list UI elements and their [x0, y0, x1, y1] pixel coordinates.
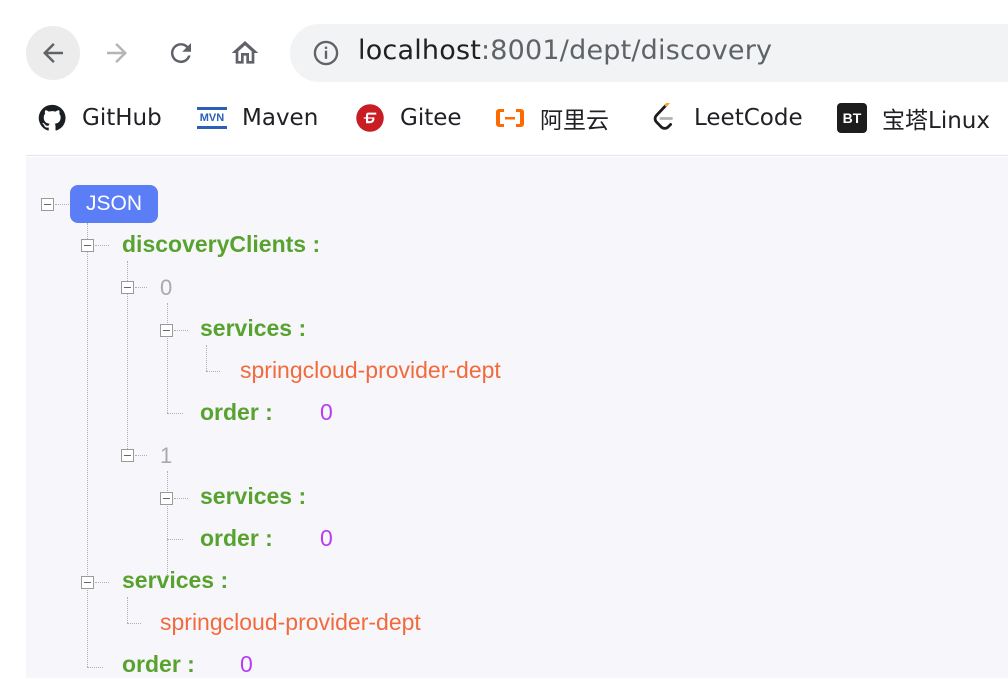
bookmark-label: 阿里云 — [540, 108, 609, 134]
bookmark-label: Gitee — [400, 105, 462, 131]
collapse-item-0-toggle[interactable] — [121, 281, 134, 294]
github-icon — [36, 102, 68, 134]
tree-connector — [206, 371, 220, 372]
home-icon — [231, 41, 259, 64]
arrow-right-icon — [107, 43, 127, 63]
tree-connector — [87, 667, 103, 668]
value-services-0: springcloud-provider-dept — [240, 357, 501, 383]
tree-connector — [174, 330, 188, 331]
bookmark-github[interactable]: GitHub — [36, 98, 162, 138]
key-services: services : — [122, 567, 229, 593]
tree-connector — [95, 245, 109, 246]
json-root-badge[interactable]: JSON — [70, 185, 158, 223]
tree-connector — [174, 498, 188, 499]
tree-guide-item-1 — [167, 471, 168, 581]
key-services-0: services : — [200, 315, 307, 341]
maven-icon-text: MVN — [197, 107, 227, 129]
json-viewer: JSON discoveryClients : 0 services : spr… — [26, 157, 1008, 678]
array-index-0: 0 — [160, 275, 173, 300]
aliyun-icon — [494, 102, 526, 134]
key-order: order : — [122, 651, 195, 677]
bt-icon-text: BT — [837, 103, 867, 133]
bt-icon: BT — [836, 102, 868, 134]
tree-connector — [95, 582, 109, 583]
bookmark-aliyun[interactable]: 阿里云 — [494, 98, 609, 138]
tree-connector — [167, 413, 183, 414]
key-order-0: order : — [200, 399, 273, 425]
url-text[interactable]: localhost:8001/dept/discovery — [358, 35, 772, 66]
maven-icon: MVN — [196, 102, 228, 134]
collapse-discoveryclients-toggle[interactable] — [81, 239, 94, 252]
address-bar[interactable]: localhost:8001/dept/discovery — [290, 24, 1008, 82]
value-order-1: 0 — [320, 525, 333, 551]
reload-icon — [170, 43, 191, 64]
value-services: springcloud-provider-dept — [160, 609, 421, 635]
bookmark-label: LeetCode — [694, 105, 803, 131]
tree-guide-services — [127, 597, 128, 623]
browser-chrome: localhost:8001/dept/discovery GitHub MVN… — [26, 0, 1008, 156]
info-icon[interactable] — [312, 39, 340, 67]
leetcode-icon — [648, 102, 680, 134]
tree-connector — [127, 623, 141, 624]
tree-guide-services-0 — [206, 345, 207, 371]
tree-connector — [135, 287, 147, 288]
json-tree: JSON discoveryClients : 0 services : spr… — [26, 157, 1008, 678]
collapse-services-toggle[interactable] — [81, 576, 94, 589]
bookmark-leetcode[interactable]: LeetCode — [648, 98, 803, 138]
forward-button[interactable] — [90, 26, 144, 80]
home-button[interactable] — [218, 26, 272, 80]
collapse-services-0-toggle[interactable] — [160, 324, 173, 337]
bookmark-label: 宝塔Linux — [882, 108, 990, 134]
key-order-1: order : — [200, 525, 273, 551]
key-discoveryclients: discoveryClients : — [122, 231, 321, 257]
tree-connector — [135, 455, 147, 456]
tree-guide-root — [87, 223, 88, 667]
tree-connector — [55, 204, 69, 205]
collapse-root-toggle[interactable] — [41, 198, 54, 211]
tree-connector — [167, 539, 183, 540]
back-button[interactable] — [26, 26, 80, 80]
arrow-left-icon — [43, 43, 63, 63]
key-services-1: services : — [200, 483, 307, 509]
bookmark-maven[interactable]: MVN Maven — [196, 98, 318, 138]
bookmark-gitee[interactable]: Gitee — [354, 98, 462, 138]
value-order: 0 — [240, 651, 253, 677]
bookmark-label: GitHub — [82, 105, 162, 131]
collapse-services-1-toggle[interactable] — [160, 492, 173, 505]
bookmarks-bar: GitHub MVN Maven Gitee 阿里云 LeetCode BT 宝… — [36, 98, 1008, 138]
tree-guide-item-0 — [167, 303, 168, 413]
bookmark-bt-linux[interactable]: BT 宝塔Linux — [836, 98, 990, 138]
value-order-0: 0 — [320, 399, 333, 425]
reload-button[interactable] — [154, 26, 208, 80]
bookmark-label: Maven — [242, 105, 319, 131]
gitee-icon — [354, 102, 386, 134]
collapse-item-1-toggle[interactable] — [121, 449, 134, 462]
array-index-1: 1 — [160, 443, 173, 468]
url-host: localhost — [358, 35, 481, 66]
url-path: :8001/dept/discovery — [481, 35, 773, 66]
